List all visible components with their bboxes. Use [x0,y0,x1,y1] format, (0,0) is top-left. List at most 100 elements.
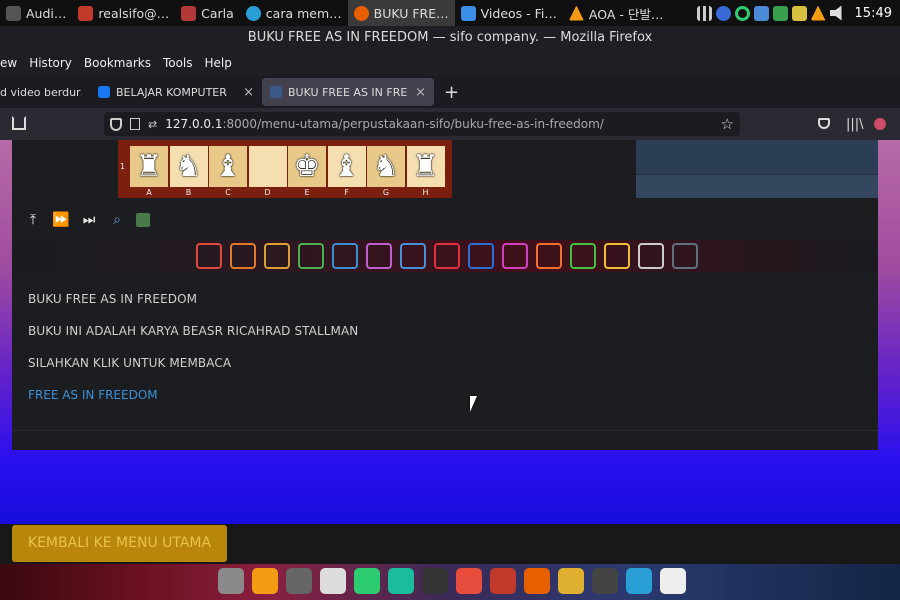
save-icon[interactable] [136,213,150,227]
dock-app-icon[interactable] [388,568,414,594]
app-launcher-icon[interactable] [638,243,664,269]
chess-square-g1[interactable]: ♞ [367,146,405,187]
url-text[interactable]: 127.0.0.1:8000/menu-utama/perpustakaan-s… [165,117,604,131]
chess-piece[interactable]: ♞ [367,148,405,186]
signal-icon[interactable] [696,5,712,21]
first-move-icon[interactable]: ⤒ [24,212,42,228]
tool-icon[interactable] [791,5,807,21]
tab-belajar-komputer[interactable]: BELAJAR KOMPUTER × [90,78,262,106]
tab-buku-free[interactable]: BUKU FREE AS IN FREEDOM × [262,78,434,106]
chess-square-h1[interactable]: ♜ [406,146,445,187]
carla-app-icon [181,5,197,21]
shield-icon[interactable] [772,5,788,21]
app-launcher-icon[interactable] [366,243,392,269]
chess-side-panel [636,140,878,198]
task-videos[interactable]: Videos - Fi… [455,0,563,26]
file-label: A [146,188,152,197]
book-title: BUKU FREE AS IN FREEDOM [28,292,198,306]
bluetooth-icon[interactable] [715,5,731,21]
file-label: H [422,188,429,197]
app-launcher-icon[interactable] [400,243,426,269]
app-launcher-icon[interactable] [434,243,460,269]
chess-piece[interactable]: ♜ [130,148,168,186]
task-terminal[interactable]: realsifo@… [72,0,175,26]
home-icon[interactable] [12,116,26,130]
app-launcher-icon[interactable] [502,243,528,269]
dock-app-icon[interactable] [422,568,448,594]
app-launcher-icon[interactable] [230,243,256,269]
new-tab-button[interactable]: + [434,82,469,103]
file-label: D [264,188,271,197]
close-tab-icon[interactable]: × [415,85,426,100]
network-icon[interactable] [753,5,769,21]
dock-app-icon[interactable] [456,568,482,594]
tab-video[interactable]: d video berdur… [0,78,90,106]
chess-square-e1[interactable]: ♚ [288,146,326,187]
task-browser-cara[interactable]: cara mem… [240,0,348,26]
kdeconnect-app-icon [245,5,261,21]
menu-bookmarks[interactable]: Bookmarks [78,56,157,70]
app-launcher-icon[interactable] [332,243,358,269]
task-carla[interactable]: Carla [175,0,240,26]
clock[interactable]: 15:49 [855,6,892,21]
chess-square-d1[interactable] [248,146,287,187]
app-launcher-icon[interactable] [264,243,290,269]
dock-app-icon[interactable] [524,568,550,594]
chess-piece[interactable]: ♚ [288,148,326,186]
back-to-main-menu-button[interactable]: KEMBALI KE MENU UTAMA [12,525,227,562]
task-vlc[interactable]: AOA - 단발… [563,0,669,26]
file-label: G [382,188,390,197]
dock-app-icon[interactable] [626,568,652,594]
menu-history[interactable]: History [23,56,78,70]
permissions-icon[interactable]: ⇄ [148,118,157,131]
app-launcher-icon[interactable] [196,243,222,269]
dock-app-icon[interactable] [354,568,380,594]
chess-piece[interactable]: ♜ [407,148,445,186]
read-book-link[interactable]: FREE AS IN FREEDOM [28,388,358,402]
chess-piece[interactable]: ♞ [170,148,208,186]
task-firefox-active[interactable]: BUKU FRE… [347,0,455,26]
dock-app-icon[interactable] [252,568,278,594]
task-audio[interactable]: Audi… [0,0,72,26]
menu-help[interactable]: Help [199,56,238,70]
dock-app-icon[interactable] [490,568,516,594]
card-footer-divider [12,430,878,431]
dock-app-icon[interactable] [558,568,584,594]
chess-square-f1[interactable]: ♝ [327,146,366,187]
close-tab-icon[interactable]: × [243,85,254,100]
chess-piece[interactable]: ♝ [209,148,247,186]
dock-app-icon[interactable] [660,568,686,594]
app-icon-strip [12,240,878,272]
app-launcher-icon[interactable] [672,243,698,269]
sync-icon[interactable] [734,5,750,21]
app-launcher-icon[interactable] [468,243,494,269]
file-label: B [185,188,192,197]
library-icon[interactable]: |||\ [846,117,864,132]
chess-square-a1[interactable]: ♜ [130,146,168,187]
shield-tracking-icon[interactable] [110,117,122,131]
last-move-icon[interactable]: ⏭ [80,212,98,228]
app-launcher-icon[interactable] [536,243,562,269]
vlc-tray-icon[interactable] [810,5,826,21]
dock-app-icon[interactable] [218,568,244,594]
fast-forward-icon[interactable]: ⏩ [52,212,70,228]
dock-app-icon[interactable] [286,568,312,594]
search-icon[interactable]: ⌕ [108,212,126,228]
dock-app-icon[interactable] [320,568,346,594]
dock-app-icon[interactable] [592,568,618,594]
menu-tools[interactable]: Tools [157,56,199,70]
url-bar[interactable]: ⇄ 127.0.0.1:8000/menu-utama/perpustakaan… [104,112,740,136]
volume-icon[interactable] [829,5,842,21]
page-info-icon[interactable] [130,118,140,130]
chess-piece[interactable]: ♝ [328,148,366,186]
vlc-app-icon [568,5,584,21]
chess-square-b1[interactable]: ♞ [169,146,208,187]
bookmark-star-icon[interactable]: ☆ [721,115,734,133]
app-launcher-icon[interactable] [604,243,630,269]
menu-view[interactable]: ew [0,56,23,70]
app-launcher-icon[interactable] [570,243,596,269]
pocket-icon[interactable] [818,118,830,129]
chess-square-c1[interactable]: ♝ [209,146,247,187]
app-launcher-icon[interactable] [298,243,324,269]
extension-icon[interactable] [874,118,886,130]
